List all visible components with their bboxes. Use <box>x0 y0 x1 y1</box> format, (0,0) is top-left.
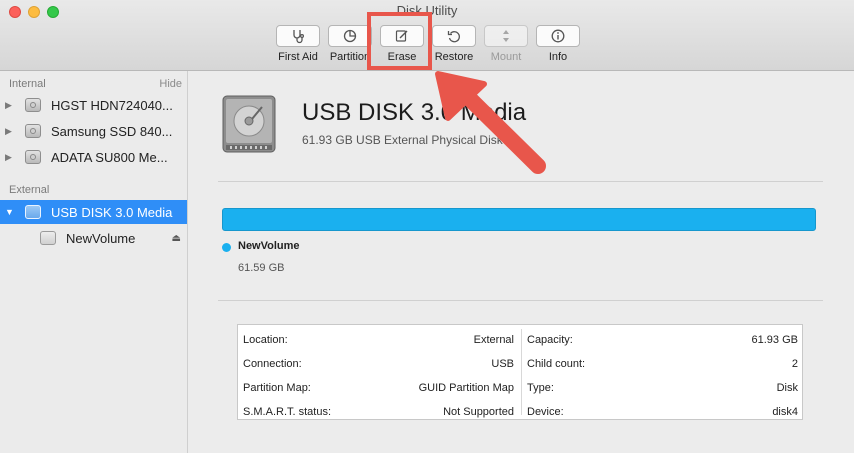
info-key: Device: <box>527 406 564 418</box>
mount-icon <box>503 30 509 42</box>
first-aid-label: First Aid <box>278 51 318 63</box>
sidebar-item-label: HGST HDN724040... <box>51 97 173 113</box>
sidebar: Internal Hide ▶ HGST HDN724040... ▶ Sams… <box>0 71 188 453</box>
disk-utility-window: Disk Utility First Aid Partition Erase R… <box>0 0 854 453</box>
info-value: USB <box>491 358 514 370</box>
first-aid-button[interactable] <box>276 25 320 47</box>
sidebar-item-newvolume[interactable]: NewVolume ⏏ <box>0 226 187 250</box>
usage-bar <box>222 208 816 231</box>
info-row-capacity: Capacity: 61.93 GB <box>527 328 798 352</box>
sidebar-item-samsung[interactable]: ▶ Samsung SSD 840... <box>0 119 187 143</box>
drive-icon <box>222 95 276 153</box>
info-key: Type: <box>527 382 554 394</box>
disclosure-triangle-icon[interactable]: ▶ <box>5 152 15 163</box>
sidebar-item-label: Samsung SSD 840... <box>51 123 173 139</box>
volume-icon <box>40 231 56 245</box>
disclosure-triangle-icon[interactable]: ▶ <box>5 100 15 111</box>
external-disk-icon <box>25 205 41 219</box>
mount-label: Mount <box>490 51 522 63</box>
restore-label: Restore <box>434 51 474 63</box>
info-row-child-count: Child count: 2 <box>527 352 798 376</box>
divider <box>218 300 823 301</box>
internal-section-title: Internal <box>9 78 46 90</box>
sidebar-item-label: NewVolume <box>66 230 136 246</box>
info-row-device: Device: disk4 <box>527 400 798 424</box>
info-value: 61.93 GB <box>751 334 798 346</box>
info-key: Capacity: <box>527 334 573 346</box>
restore-icon <box>447 31 460 43</box>
partition-button[interactable] <box>328 25 372 47</box>
legend-volume-size: 61.59 GB <box>238 262 285 274</box>
annotation-arrow-icon <box>435 71 546 174</box>
external-section-title: External <box>9 184 50 196</box>
hard-disk-icon <box>25 124 41 138</box>
info-value: GUID Partition Map <box>418 382 514 394</box>
info-value: Not Supported <box>443 406 514 418</box>
sidebar-item-label: ADATA SU800 Me... <box>51 149 168 165</box>
highlight-box <box>367 12 432 70</box>
pie-icon <box>343 29 357 43</box>
info-row-connection: Connection: USB <box>243 352 514 376</box>
info-key: Location: <box>243 334 288 346</box>
info-value: disk4 <box>772 406 798 418</box>
info-key: Partition Map: <box>243 382 311 394</box>
disclosure-triangle-icon[interactable]: ▼ <box>5 207 15 217</box>
legend-color-dot <box>222 243 231 252</box>
info-key: Connection: <box>243 358 302 370</box>
legend-volume-name: NewVolume <box>238 240 300 252</box>
info-column-divider <box>521 329 522 415</box>
sidebar-item-usb-disk[interactable]: ▼ USB DISK 3.0 Media <box>0 200 187 224</box>
info-value: 2 <box>791 358 798 370</box>
restore-button[interactable] <box>432 25 476 47</box>
info-icon <box>551 29 565 43</box>
info-row-location: Location: External <box>243 328 514 352</box>
info-row-partition-map: Partition Map: GUID Partition Map <box>243 376 514 400</box>
sidebar-item-adata[interactable]: ▶ ADATA SU800 Me... <box>0 145 187 169</box>
info-row-smart-status: S.M.A.R.T. status: Not Supported <box>243 400 514 424</box>
info-row-type: Type: Disk <box>527 376 798 400</box>
mount-button[interactable] <box>484 25 528 47</box>
info-key: Child count: <box>527 358 586 370</box>
eject-icon[interactable]: ⏏ <box>172 233 181 244</box>
info-button[interactable] <box>536 25 580 47</box>
info-key: S.M.A.R.T. status: <box>243 406 332 418</box>
info-value: External <box>473 334 514 346</box>
stethoscope-icon <box>293 30 305 44</box>
hard-disk-icon <box>25 98 41 112</box>
info-value: Disk <box>776 382 798 394</box>
hard-disk-icon <box>25 150 41 164</box>
sidebar-item-hgst[interactable]: ▶ HGST HDN724040... <box>0 93 187 117</box>
info-label: Info <box>548 51 568 63</box>
info-table: Location: External Connection: USB Parti… <box>237 324 803 420</box>
sidebar-item-label: USB DISK 3.0 Media <box>51 204 173 220</box>
disclosure-triangle-icon[interactable]: ▶ <box>5 126 15 137</box>
hide-internal-link[interactable]: Hide <box>159 78 182 90</box>
